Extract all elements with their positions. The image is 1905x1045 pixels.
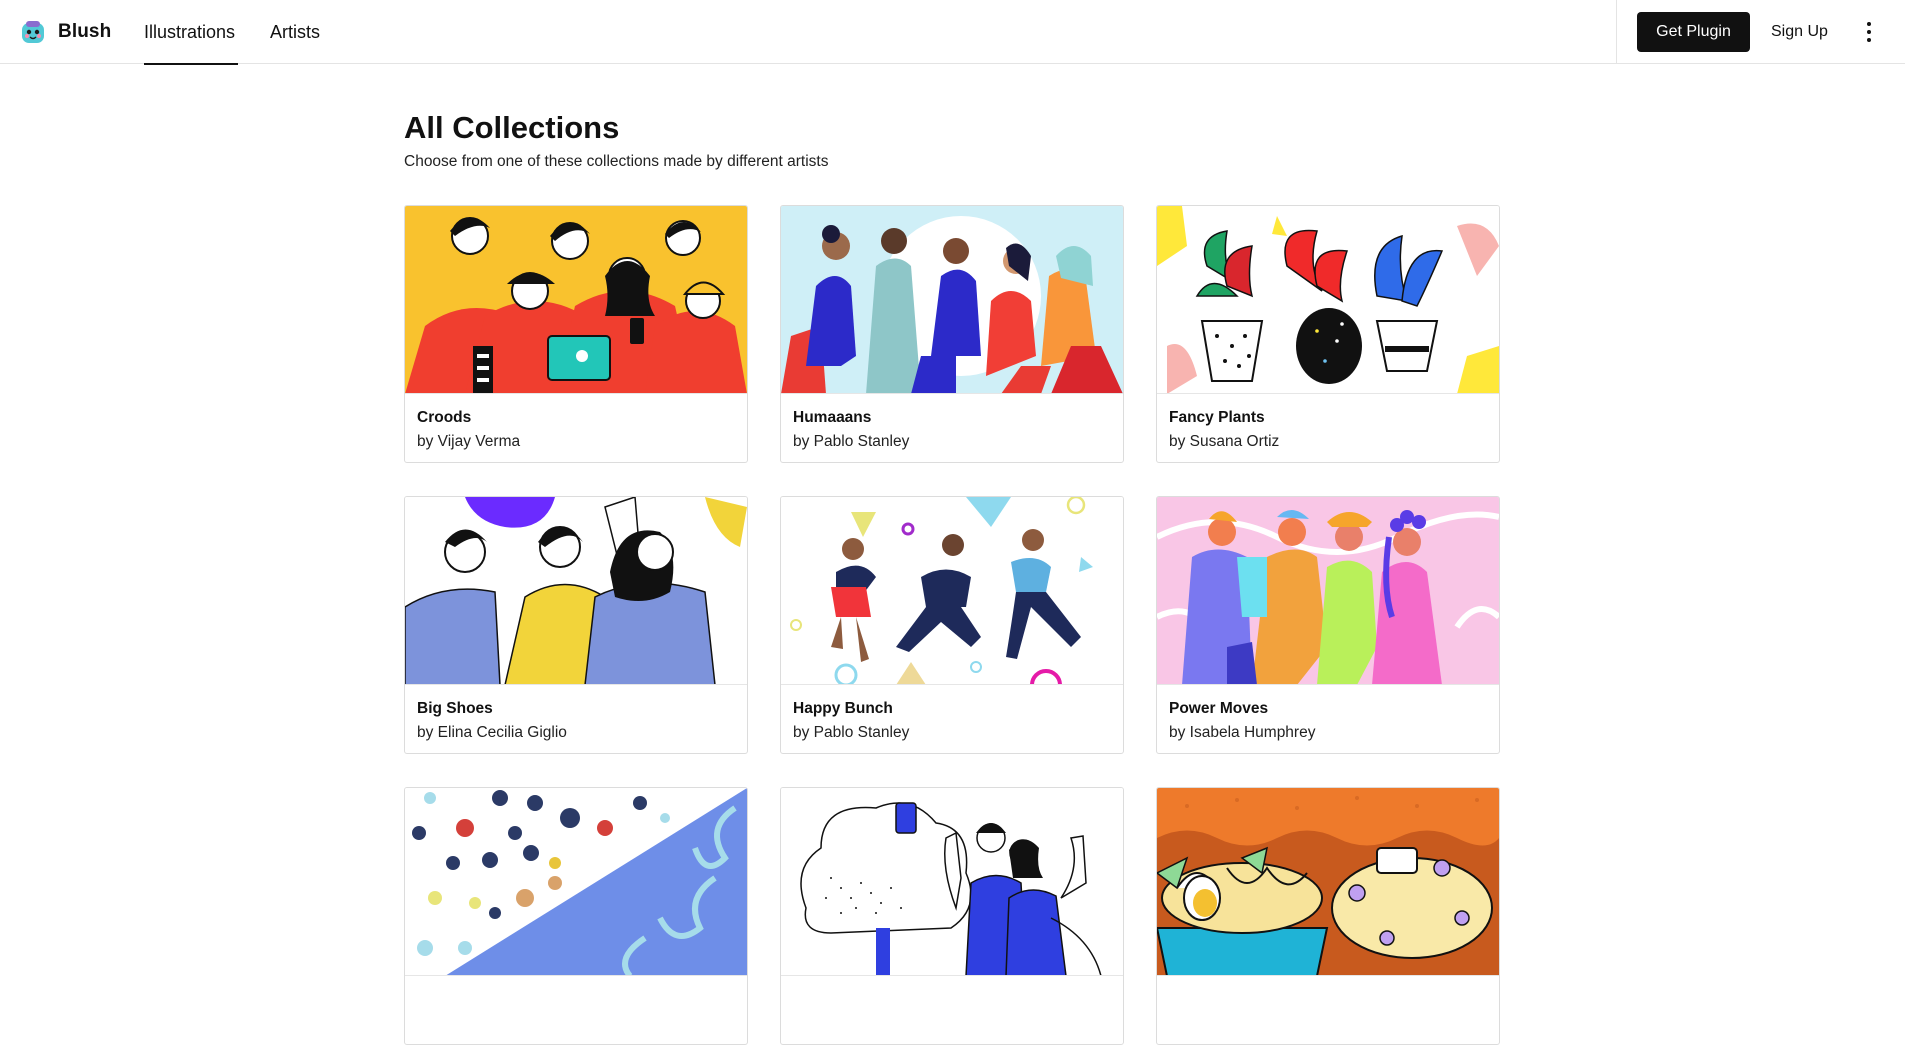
collection-title: Fancy Plants (1169, 409, 1265, 426)
collection-card-power-moves[interactable]: Power Moves by Isabela Humphrey (1156, 496, 1500, 754)
collection-thumbnail (781, 497, 1123, 685)
collection-thumbnail (781, 206, 1123, 394)
collection-thumbnail (781, 788, 1123, 976)
collection-thumbnail (1157, 497, 1499, 685)
collection-thumbnail (1157, 206, 1499, 394)
collection-card-7[interactable] (404, 787, 748, 1045)
collection-title: Humaaans (793, 409, 872, 426)
collection-author: by Vijay Verma (417, 433, 521, 450)
get-plugin-button[interactable]: Get Plugin (1637, 12, 1750, 52)
page-title: All Collections (404, 110, 620, 145)
top-navigation-bar: Blush Illustrations Artists Get Plugin S… (0, 0, 1905, 65)
vertical-ellipsis-icon[interactable] (1858, 17, 1880, 47)
sign-up-link[interactable]: Sign Up (1771, 12, 1828, 52)
collection-author: by Pablo Stanley (793, 433, 910, 450)
collection-author: by Isabela Humphrey (1169, 724, 1316, 741)
tab-illustrations[interactable]: Illustrations (144, 0, 238, 65)
page-subtitle: Choose from one of these collections mad… (404, 153, 829, 170)
collection-card-croods[interactable]: Croods by Vijay Verma (404, 205, 748, 463)
tab-artists[interactable]: Artists (270, 0, 320, 64)
collection-card-big-shoes[interactable]: Big Shoes by Elina Cecilia Giglio (404, 496, 748, 754)
collection-author: by Pablo Stanley (793, 724, 910, 741)
collection-card-happy-bunch[interactable]: Happy Bunch by Pablo Stanley (780, 496, 1124, 754)
collection-author: by Susana Ortiz (1169, 433, 1280, 450)
collection-thumbnail (405, 206, 747, 394)
collection-card-8[interactable] (780, 787, 1124, 1045)
collection-thumbnail (405, 788, 747, 976)
collection-title: Croods (417, 409, 472, 426)
brand-home-link[interactable]: Blush (20, 17, 111, 47)
collection-title: Happy Bunch (793, 700, 893, 717)
collection-card-fancy-plants[interactable]: Fancy Plants by Susana Ortiz (1156, 205, 1500, 463)
collection-card-9[interactable] (1156, 787, 1500, 1045)
collection-author: by Elina Cecilia Giglio (417, 724, 567, 741)
collection-title: Power Moves (1169, 700, 1269, 717)
collection-thumbnail (1157, 788, 1499, 976)
collection-thumbnail (405, 497, 747, 685)
brand-name: Blush (58, 21, 112, 42)
blush-logo-icon (22, 21, 44, 43)
collection-title: Big Shoes (417, 700, 493, 717)
collection-card-humaaans[interactable]: Humaaans by Pablo Stanley (780, 205, 1124, 463)
header-divider (1616, 0, 1617, 64)
